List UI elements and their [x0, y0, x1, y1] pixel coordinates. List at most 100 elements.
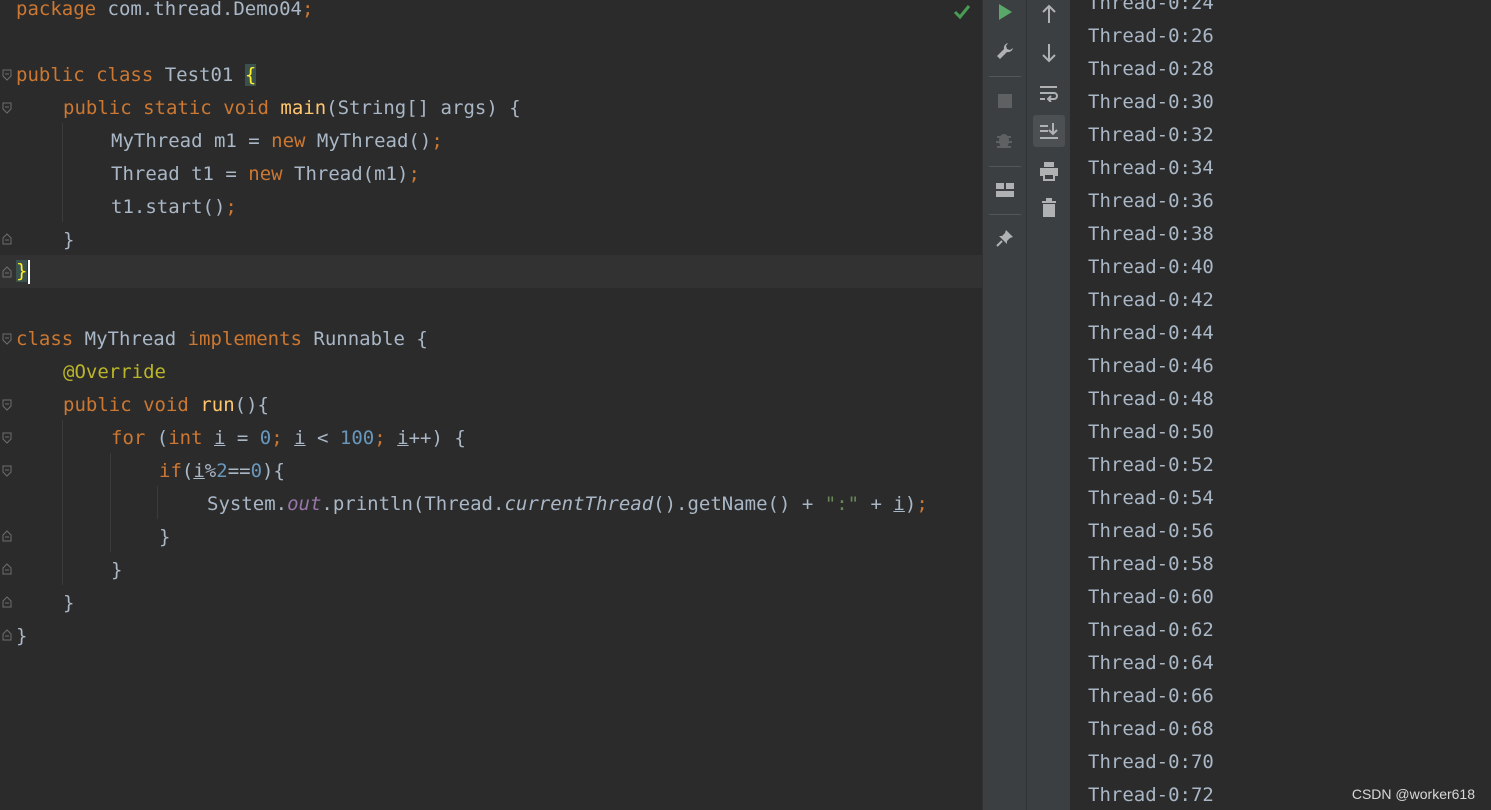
trash-icon[interactable]: [1033, 192, 1065, 224]
console-line: Thread-0:26: [1088, 25, 1214, 47]
code-line[interactable]: class MyThread implements Runnable {: [16, 323, 428, 356]
check-icon[interactable]: [952, 2, 972, 26]
fold-close-icon[interactable]: [2, 596, 12, 608]
code-token: 2: [216, 460, 228, 482]
code-token: implements: [187, 328, 302, 350]
code-token: ){: [262, 460, 285, 482]
code-line[interactable]: t1.start();: [111, 191, 237, 224]
console-line: Thread-0:48: [1088, 388, 1214, 410]
indent-guide: [62, 123, 63, 222]
code-line[interactable]: public static void main(String[] args) {: [63, 92, 521, 125]
code-token: new: [271, 130, 306, 152]
fold-open-icon[interactable]: [2, 69, 12, 81]
console-line: Thread-0:42: [1088, 289, 1214, 311]
pin-icon[interactable]: [989, 222, 1021, 254]
code-token: public: [63, 97, 132, 119]
stop-icon[interactable]: [989, 85, 1021, 117]
fold-close-icon[interactable]: [2, 530, 12, 542]
console-output[interactable]: Thread-0:24 Thread-0:26 Thread-0:28 Thre…: [1070, 0, 1491, 810]
code-line[interactable]: Thread t1 = new Thread(m1);: [111, 158, 420, 191]
code-token: static: [143, 97, 212, 119]
debug-icon[interactable]: [989, 125, 1021, 157]
code-line[interactable]: System.out.println(Thread.currentThread(…: [207, 488, 928, 521]
layout-icon[interactable]: [989, 174, 1021, 206]
code-token: <: [305, 427, 340, 449]
fold-open-icon[interactable]: [2, 102, 12, 114]
indent-guide: [157, 486, 158, 519]
code-line[interactable]: MyThread m1 = new MyThread();: [111, 125, 443, 158]
fold-open-icon[interactable]: [2, 465, 12, 477]
code-token: Thread(m1): [282, 163, 409, 185]
code-line[interactable]: }: [63, 224, 74, 257]
code-token: @Override: [63, 361, 166, 383]
console-line: Thread-0:60: [1088, 586, 1214, 608]
code-line[interactable]: if(i%2==0){: [159, 455, 285, 488]
code-token: 0: [259, 427, 272, 449]
code-line[interactable]: for (int i = 0; i < 100; i++) {: [111, 422, 466, 455]
console-line: Thread-0:30: [1088, 91, 1214, 113]
code-line[interactable]: }: [63, 587, 74, 620]
fold-close-icon[interactable]: [2, 563, 12, 575]
code-token: 0: [250, 460, 263, 482]
code-token: (){: [234, 394, 269, 416]
code-token: MyThread: [73, 328, 188, 350]
fold-close-icon[interactable]: [2, 629, 12, 641]
console-line: Thread-0:68: [1088, 718, 1214, 740]
code-line[interactable]: @Override: [63, 356, 166, 389]
code-token: void: [143, 394, 189, 416]
console-toolbar: [1026, 0, 1071, 810]
code-editor[interactable]: package com.thread.Demo04; public class …: [0, 0, 982, 810]
indent-guide: [62, 420, 63, 585]
run-toolbar: [982, 0, 1027, 810]
code-line[interactable]: }: [16, 255, 31, 288]
text-caret: [28, 259, 31, 284]
fold-close-icon[interactable]: [2, 233, 12, 245]
fold-open-icon[interactable]: [2, 399, 12, 411]
code-token: MyThread(): [305, 130, 432, 152]
fold-open-icon[interactable]: [2, 432, 12, 444]
arrow-up-icon[interactable]: [1033, 0, 1065, 30]
fold-close-icon[interactable]: [2, 266, 12, 278]
code-token: i: [397, 427, 409, 449]
console-line: Thread-0:54: [1088, 487, 1214, 509]
code-token: i: [214, 427, 226, 449]
code-token: class: [96, 64, 154, 86]
code-line[interactable]: package com.thread.Demo04;: [16, 0, 313, 26]
code-token: =: [225, 427, 260, 449]
code-token: currentThread: [504, 493, 654, 515]
scroll-to-end-icon[interactable]: [1033, 115, 1065, 147]
arrow-down-icon[interactable]: [1033, 37, 1065, 69]
toolbar-separator: [989, 76, 1021, 77]
code-token: ;: [271, 427, 283, 449]
watermark: CSDN @worker618: [1351, 786, 1475, 802]
indent-guide: [110, 453, 111, 552]
code-token: }: [63, 592, 75, 614]
code-line[interactable]: public void run(){: [63, 389, 269, 422]
soft-wrap-icon[interactable]: [1033, 77, 1065, 109]
toolbar-separator: [989, 166, 1021, 167]
console-line: Thread-0:38: [1088, 223, 1214, 245]
run-icon[interactable]: [989, 0, 1021, 28]
code-token: 100: [339, 427, 375, 449]
code-token: ;: [408, 163, 420, 185]
code-token: %: [204, 460, 217, 482]
code-line[interactable]: }: [159, 521, 170, 554]
console-line: Thread-0:32: [1088, 124, 1214, 146]
code-token: ;: [374, 427, 386, 449]
code-token: (: [181, 460, 194, 482]
code-line[interactable]: }: [111, 554, 122, 587]
code-token: run: [200, 394, 235, 416]
code-token: }: [111, 559, 123, 581]
code-token: Thread t1 =: [111, 163, 249, 185]
print-icon[interactable]: [1033, 155, 1065, 187]
code-token: ==: [227, 460, 251, 482]
toolbar-separator: [989, 214, 1021, 215]
wrench-icon[interactable]: [989, 35, 1021, 67]
matched-brace: {: [244, 64, 257, 86]
code-line[interactable]: public class Test01 {: [16, 59, 257, 92]
code-line[interactable]: }: [16, 620, 27, 653]
code-token: public: [63, 394, 132, 416]
fold-open-icon[interactable]: [2, 333, 12, 345]
